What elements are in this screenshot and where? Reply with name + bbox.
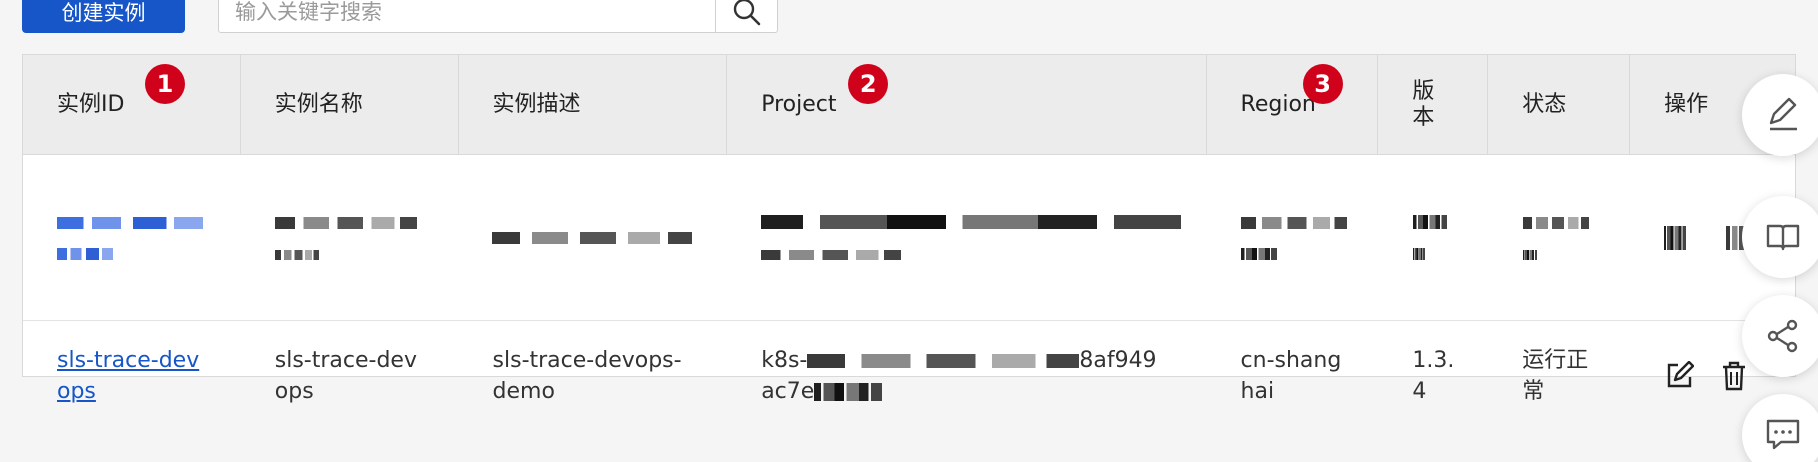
redacted-project-segment-2 — [814, 383, 883, 401]
annotation-badge-2: 2 — [848, 64, 889, 104]
instance-description-cell: sls-trace-devops-demo — [492, 348, 682, 404]
redacted-instance-description — [458, 155, 726, 320]
annotation-badge-3: 3 — [1302, 64, 1343, 104]
column-header-version: 版本 — [1378, 55, 1489, 154]
table-row: sls-trace-devops sls-trace-devops sls-tr… — [23, 320, 1795, 431]
annotation-badge-1: 1 — [145, 64, 185, 104]
search-box — [218, 0, 778, 33]
redacted-instance-id[interactable] — [23, 155, 241, 320]
feedback-icon — [1766, 419, 1800, 450]
table-row-redacted — [23, 155, 1795, 320]
search-button[interactable] — [715, 0, 777, 32]
floating-edit-button[interactable] — [1742, 74, 1818, 156]
guide-book-icon — [1766, 224, 1800, 251]
column-header-project: Project 2 — [727, 55, 1207, 154]
instance-table: 实例ID 1 实例名称 实例描述 Project 2 Region 3 版本 状… — [22, 54, 1796, 404]
column-header-instance-description: 实例描述 — [459, 55, 728, 154]
search-icon — [733, 0, 760, 25]
instance-id-link[interactable]: sls-trace-devops — [57, 345, 207, 407]
instance-name-cell: sls-trace-devops — [274, 348, 417, 404]
column-header-status: 状态 — [1488, 55, 1631, 154]
redacted-version — [1379, 155, 1489, 320]
floating-guide-button[interactable] — [1742, 196, 1818, 278]
delete-icon[interactable] — [1720, 361, 1748, 391]
redacted-project-segment — [807, 354, 1080, 368]
create-instance-button[interactable]: 创建实例 — [22, 0, 185, 33]
floating-share-button[interactable] — [1742, 295, 1818, 377]
redacted-status — [1489, 155, 1631, 320]
edit-icon — [1769, 97, 1797, 131]
instance-id-cell: sls-trace-devops — [23, 321, 241, 431]
toolbar: 创建实例 — [0, 0, 1818, 36]
status-text: 运行正常 — [1522, 348, 1589, 404]
redacted-project — [727, 155, 1207, 320]
column-header-instance-name: 实例名称 — [241, 55, 459, 154]
column-header-region: Region 3 — [1207, 55, 1379, 154]
redacted-instance-name — [241, 155, 459, 320]
region-cell: cn-shanghai — [1240, 348, 1342, 404]
project-cell: k8s- 8af949 ac7e — [761, 348, 1157, 404]
share-icon — [1767, 319, 1798, 353]
search-input[interactable] — [219, 0, 715, 32]
column-header-instance-id: 实例ID 1 — [23, 55, 241, 154]
version-cell: 1.3.4 — [1412, 348, 1455, 404]
status-cell: 运行正常 — [1488, 321, 1630, 431]
edit-icon[interactable] — [1664, 361, 1695, 391]
redacted-region — [1207, 155, 1379, 320]
table-header: 实例ID 1 实例名称 实例描述 Project 2 Region 3 版本 状… — [23, 55, 1795, 155]
